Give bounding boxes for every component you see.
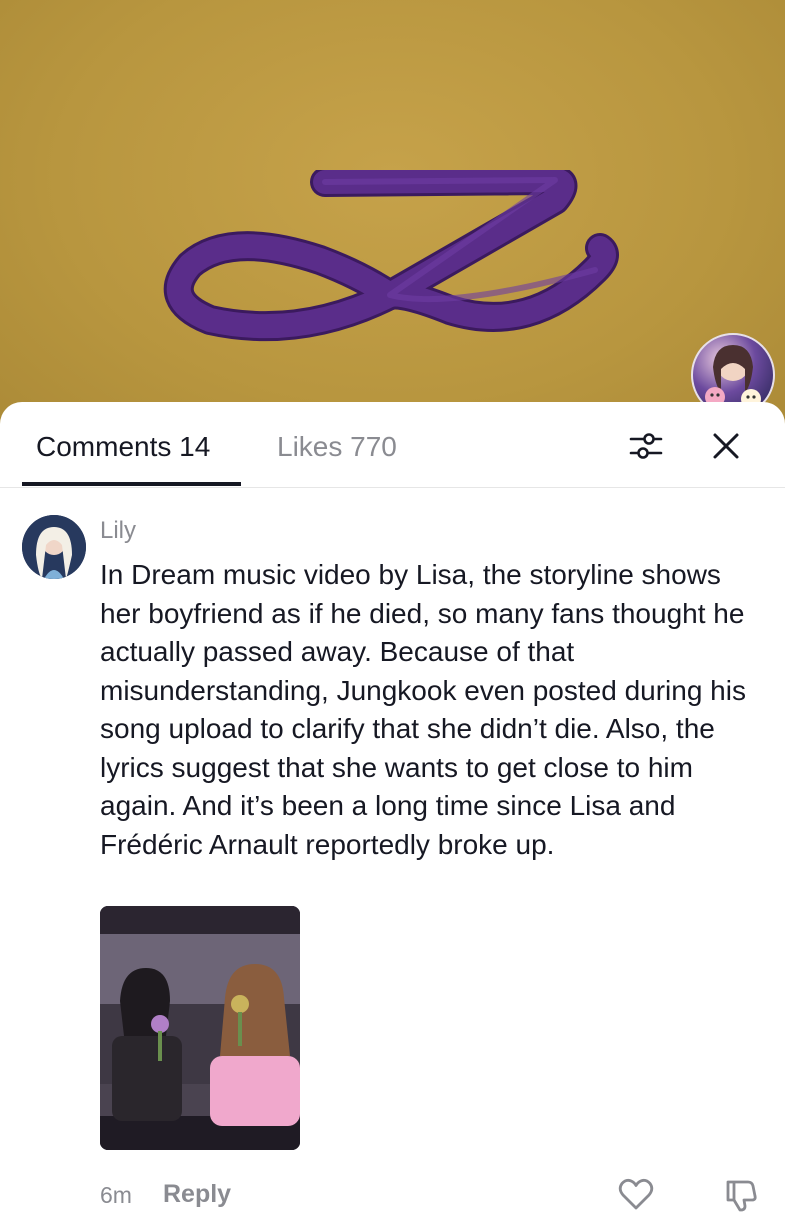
comment-photo[interactable] xyxy=(100,906,300,1150)
video-backdrop[interactable] xyxy=(0,0,785,440)
tab-comments[interactable]: Comments 14 xyxy=(36,430,210,464)
avatar[interactable] xyxy=(22,515,86,579)
comment-text: In Dream music video by Lisa, the storyl… xyxy=(100,559,746,860)
purple-loop-logo xyxy=(163,170,619,342)
comments-tab-bar: Comments 14 Likes 770 xyxy=(0,402,785,488)
thumbs-down-icon xyxy=(726,1180,757,1212)
comment-timestamp: 6m xyxy=(100,1182,132,1208)
comment-username[interactable]: Lily xyxy=(100,516,136,546)
tab-likes[interactable]: Likes 770 xyxy=(277,430,397,464)
active-tab-indicator xyxy=(22,482,241,486)
dislike-button[interactable] xyxy=(722,1174,762,1214)
like-button[interactable] xyxy=(616,1174,656,1214)
sliders-icon xyxy=(629,433,663,459)
reply-button[interactable]: Reply xyxy=(163,1178,231,1210)
close-button[interactable] xyxy=(706,426,746,466)
comments-sheet: Comments 14 Likes 770 Lily In Dream musi… xyxy=(0,402,785,1212)
heart-outline-icon xyxy=(618,1178,654,1210)
filter-button[interactable] xyxy=(626,426,666,466)
close-icon xyxy=(713,433,739,459)
